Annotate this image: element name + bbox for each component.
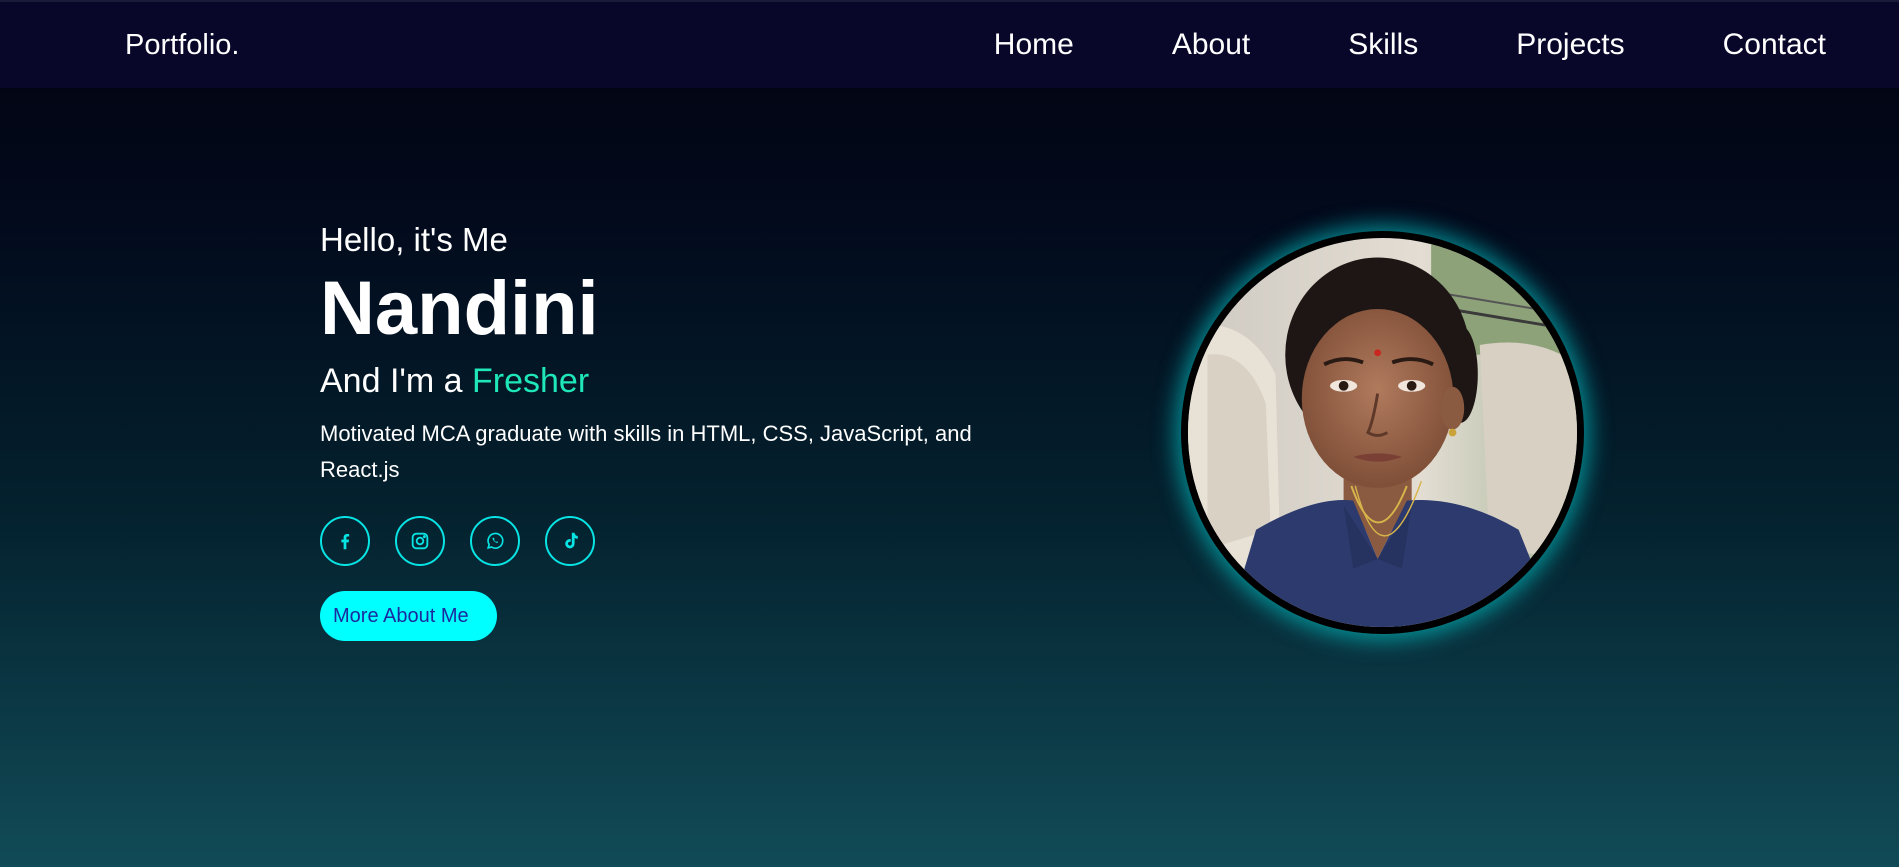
nav-skills[interactable]: Skills: [1348, 28, 1418, 62]
nav-about[interactable]: About: [1172, 28, 1250, 62]
profile-photo: [1188, 238, 1577, 627]
profile-photo-frame: [1181, 231, 1584, 634]
social-links: [320, 516, 1040, 566]
logo[interactable]: Portfolio.: [125, 29, 239, 62]
nav-projects[interactable]: Projects: [1516, 28, 1624, 62]
role-prefix: And I'm a: [320, 362, 473, 400]
tiktok-link[interactable]: [545, 516, 595, 566]
hero-role: And I'm a Fresher: [320, 356, 1040, 406]
facebook-icon: [341, 533, 350, 550]
greeting: Hello, it's Me: [320, 221, 508, 258]
nav-home[interactable]: Home: [994, 28, 1074, 62]
hero-section: Hello, it's Me Nandini And I'm a Fresher…: [320, 214, 1040, 641]
whatsapp-icon: [486, 532, 504, 550]
nav-links: Home About Skills Projects Contact: [896, 28, 1826, 62]
nav-contact[interactable]: Contact: [1723, 28, 1826, 62]
portrait-illustration: [1188, 238, 1577, 627]
role-accent: Fresher: [472, 362, 590, 400]
instagram-link[interactable]: [395, 516, 445, 566]
hero-name: Nandini: [320, 266, 599, 351]
whatsapp-link[interactable]: [470, 516, 520, 566]
instagram-icon: [411, 532, 429, 550]
navbar: Portfolio. Home About Skills Projects Co…: [0, 0, 1899, 88]
facebook-link[interactable]: [320, 516, 370, 566]
tiktok-icon: [565, 532, 578, 549]
hero-description: Motivated MCA graduate with skills in HT…: [320, 421, 972, 482]
more-about-me-button[interactable]: More About Me: [320, 591, 497, 641]
